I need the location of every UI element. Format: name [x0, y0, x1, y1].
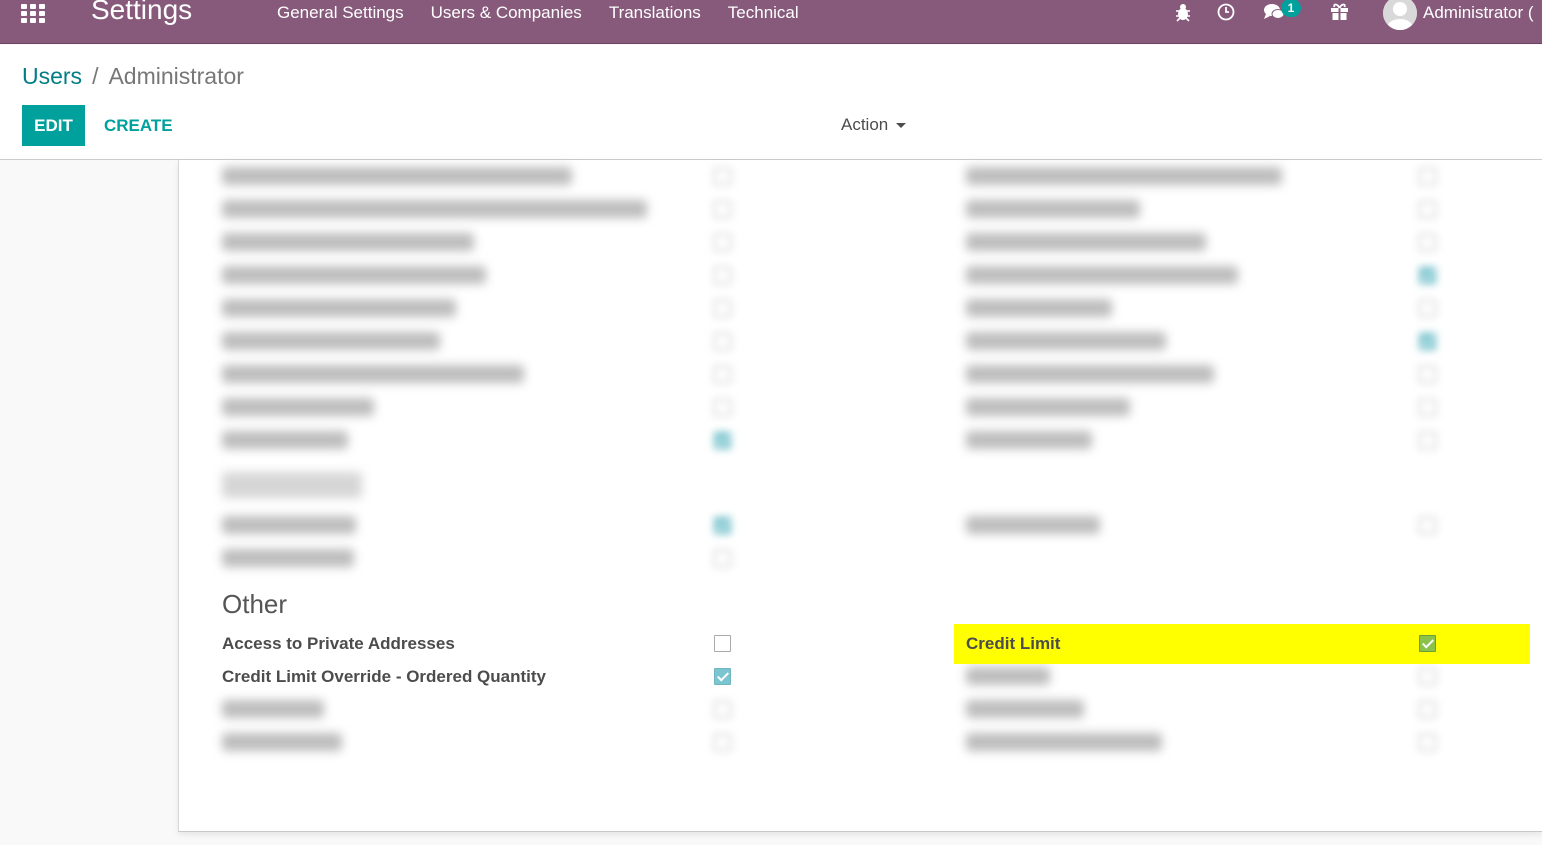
blurred-checkbox[interactable]	[714, 366, 731, 383]
blurred-checkbox[interactable]	[714, 734, 731, 751]
blurred-checkbox[interactable]	[1419, 168, 1436, 185]
blurred-checkbox[interactable]	[714, 517, 731, 534]
breadcrumb-current: Administrator	[108, 63, 244, 89]
blurred-label	[222, 516, 356, 534]
blurred-label	[966, 233, 1206, 251]
blurred-checkbox[interactable]	[714, 267, 731, 284]
blurred-label	[966, 299, 1112, 317]
blurred-label	[222, 266, 486, 284]
blurred-label	[966, 398, 1130, 416]
blurred-checkbox[interactable]	[1419, 517, 1436, 534]
blurred-label	[222, 167, 572, 185]
blurred-checkbox[interactable]	[1419, 201, 1436, 218]
bug-icon[interactable]	[1174, 2, 1192, 22]
blurred-label	[222, 365, 524, 383]
blurred-label	[966, 733, 1162, 751]
blurred-label	[222, 200, 647, 218]
blurred-label	[966, 200, 1140, 218]
blurred-label	[966, 667, 1050, 685]
credit-limit-override-label: Credit Limit Override - Ordered Quantity	[222, 667, 547, 686]
blurred-checkbox[interactable]	[1419, 300, 1436, 317]
action-dropdown[interactable]: Action	[841, 115, 907, 135]
blurred-label	[222, 398, 374, 416]
blurred-checkbox[interactable]	[714, 701, 731, 718]
blurred-checkbox[interactable]	[1419, 333, 1436, 350]
control-panel: Users / Administrator EDIT CREATE Action	[0, 45, 1542, 160]
access-private-addresses-checkbox[interactable]	[714, 635, 731, 652]
caret-down-icon	[896, 122, 907, 128]
blurred-checkbox[interactable]	[714, 168, 731, 185]
chat-count-badge: 1	[1281, 0, 1301, 17]
breadcrumb-users-link[interactable]: Users	[22, 63, 82, 90]
blurred-label	[966, 167, 1282, 185]
blurred-checkbox[interactable]	[714, 550, 731, 567]
blurred-label	[966, 431, 1092, 449]
clock-icon[interactable]	[1217, 3, 1235, 21]
blurred-checkbox[interactable]	[714, 399, 731, 416]
systray: 1 Administrator (	[0, 0, 1542, 44]
blurred-label	[222, 431, 348, 449]
credit-limit-label: Credit Limit	[966, 634, 1061, 653]
form-sheet	[178, 160, 1542, 832]
breadcrumb-separator: /	[92, 63, 99, 89]
blurred-checkbox[interactable]	[714, 234, 731, 251]
section-title-other: Other	[222, 589, 288, 619]
credit-limit-checkbox[interactable]	[1419, 635, 1436, 652]
blurred-checkbox[interactable]	[1419, 234, 1436, 251]
breadcrumb: Users / Administrator	[22, 63, 244, 90]
blurred-checkbox[interactable]	[1419, 734, 1436, 751]
blurred-label	[966, 700, 1084, 718]
user-avatar[interactable]	[1383, 0, 1417, 30]
blurred-checkbox[interactable]	[1419, 668, 1436, 685]
blurred-label	[966, 332, 1166, 350]
gift-icon[interactable]	[1330, 2, 1349, 21]
blurred-label	[222, 299, 456, 317]
blurred-checkbox[interactable]	[1419, 399, 1436, 416]
blurred-label	[966, 365, 1214, 383]
action-label: Action	[841, 115, 889, 134]
blurred-label	[222, 233, 474, 251]
credit-limit-override-checkbox[interactable]	[714, 668, 731, 685]
blurred-label	[222, 733, 342, 751]
blurred-label	[966, 266, 1238, 284]
edit-button[interactable]: EDIT	[22, 105, 85, 146]
top-navbar: Settings General Settings Users & Compan…	[0, 0, 1542, 44]
blurred-checkbox[interactable]	[1419, 701, 1436, 718]
create-button[interactable]: CREATE	[104, 105, 173, 146]
blurred-checkbox[interactable]	[714, 300, 731, 317]
blurred-checkbox[interactable]	[1419, 267, 1436, 284]
blurred-checkbox[interactable]	[714, 333, 731, 350]
access-private-addresses-label: Access to Private Addresses	[222, 634, 455, 653]
user-name[interactable]: Administrator (	[1423, 3, 1534, 23]
blurred-label	[966, 516, 1100, 534]
blurred-checkbox[interactable]	[714, 201, 731, 218]
blurred-checkbox[interactable]	[714, 432, 731, 449]
blurred-label	[222, 700, 324, 718]
blurred-checkbox[interactable]	[1419, 432, 1436, 449]
blurred-checkbox[interactable]	[1419, 366, 1436, 383]
blurred-section-title	[222, 472, 362, 498]
blurred-label	[222, 332, 440, 350]
blurred-label	[222, 549, 354, 567]
